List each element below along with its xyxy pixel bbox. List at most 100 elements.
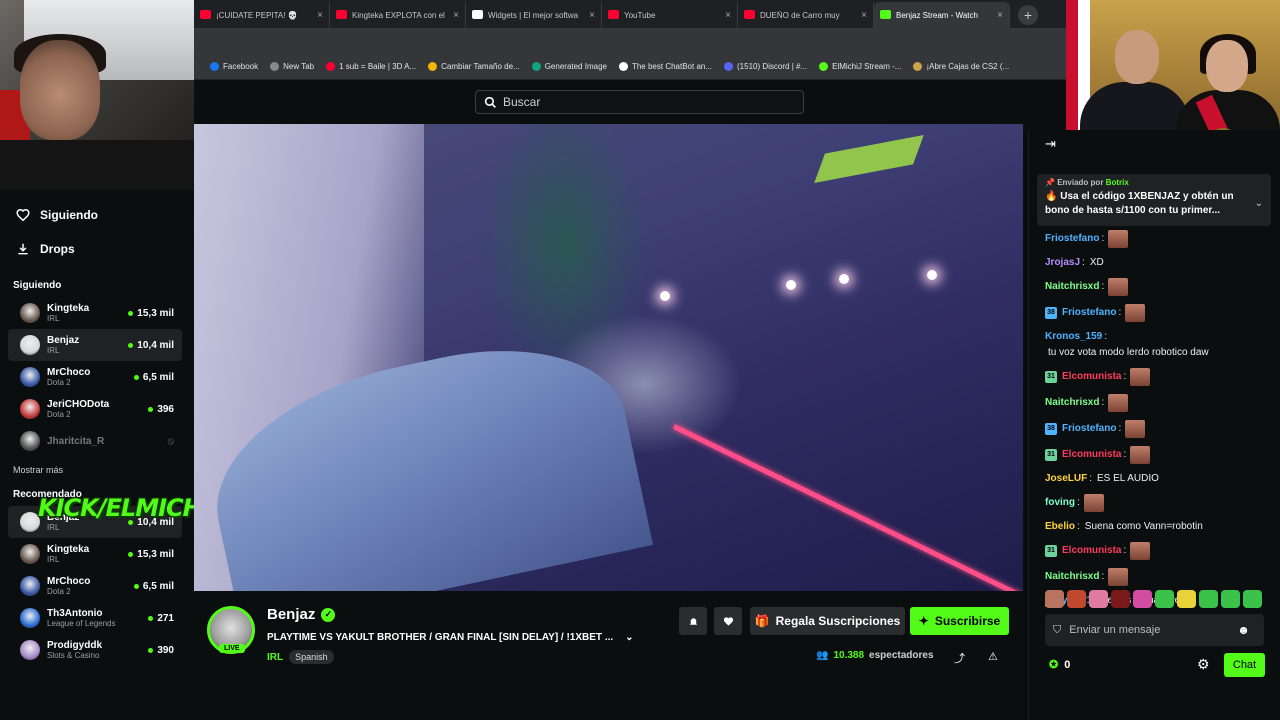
chevron-down-icon[interactable]: ⌄ [625,632,633,643]
browser-tab[interactable]: YouTube × [602,2,738,28]
notification-bell-button[interactable] [679,607,707,635]
chat-username[interactable]: Kronos_159 [1045,330,1102,344]
sidebar-channel-item[interactable]: Kingteka IRL 15,3 mil [8,297,182,329]
left-sidebar: Siguiendo Drops Siguiendo Kingteka IRL 15,… [0,190,194,720]
gift-subs-button[interactable]: 🎁 Regala Suscripciones [750,607,905,635]
search-input[interactable] [503,95,793,109]
emote-shortcut[interactable] [1111,590,1130,608]
pinned-message[interactable]: 📌 Enviado por Botrix 🔥 Usa el código 1XB… [1037,174,1271,226]
sidebar-channel-item[interactable]: MrChoco Dota 2 6,5 mil [8,361,182,393]
bookmark-item[interactable]: Cambiar Tamaño de... [428,62,520,71]
chat-username[interactable]: Naitchrisxd [1045,280,1099,294]
live-dot-icon [133,374,139,380]
emote-shortcut[interactable] [1155,590,1174,608]
emote-shortcut[interactable] [1177,590,1196,608]
sidebar-channel-item[interactable]: Prodigyddk Slots & Casino 390 [8,634,182,666]
show-more-link[interactable]: Mostrar más [0,457,194,479]
close-icon[interactable]: × [861,10,867,21]
sidebar-channel-item[interactable]: Benjaz IRL 10,4 mil [8,329,182,361]
chat-separator: : [1101,397,1105,408]
emote-shortcut[interactable] [1067,590,1086,608]
browser-tab[interactable]: ¡CUIDATE PEPITA! 💀 × [194,2,330,28]
bookmark-item[interactable]: 1 sub = Baile | 3D A... [326,62,416,71]
channel-category: Dota 2 [47,410,71,419]
sidebar-channel-item[interactable]: Jharitcita_R ⦸ [8,425,182,457]
chat-input-box[interactable]: ⛉ ☻ [1045,614,1264,646]
bookmark-item[interactable]: Generated Image [531,62,607,71]
stream-category[interactable]: IRL [267,652,283,663]
chat-message: Naitchrisxd: [1029,274,1280,300]
channel-category: Dota 2 [47,587,71,596]
channel-meta: Th3Antonio League of Legends [47,608,148,628]
bookmark-item[interactable]: The best ChatBot an... [618,62,712,71]
share-icon[interactable]: ⤴ [954,650,965,666]
search-bar[interactable] [475,90,804,114]
bookmark-item[interactable]: ¡Abre Cajas de CS2 (... [913,62,1009,71]
browser-tab[interactable]: Widgets | El mejor softwa × [466,2,602,28]
video-stage-logo [814,134,924,184]
emote-shortcut[interactable] [1199,590,1218,608]
follow-heart-button[interactable] [714,607,742,635]
bookmark-label: Facebook [223,62,259,71]
subscriber-badge: 31 [1045,449,1057,461]
chevron-down-icon[interactable]: ⌄ [1255,198,1263,209]
bookmark-item[interactable]: (1510) Discord | #... [724,62,807,71]
chat-username[interactable]: Friostefano [1062,306,1116,320]
viewer-count-value: 15,3 mil [137,307,174,319]
emote-shortcut[interactable] [1243,590,1262,608]
chat-username[interactable]: JrojasJ [1045,256,1080,270]
subscribe-button[interactable]: ✦ Suscribirse [910,607,1009,635]
chat-separator: : [1077,521,1080,532]
sidebar-channel-item[interactable]: MrChoco Dota 2 6,5 mil [8,570,182,602]
language-tag[interactable]: Spanish [289,650,334,664]
chat-username[interactable]: Friostefano [1045,232,1099,246]
chat-username[interactable]: Naitchrisxd [1045,396,1099,410]
browser-tab[interactable]: DUEÑO de Carro muy × [738,2,874,28]
chat-username[interactable]: Elcomunista [1062,544,1121,558]
bookmark-item[interactable]: ElMichiJ Stream -... [819,62,901,71]
report-icon[interactable]: ⚠ [988,650,998,663]
emote-shortcut[interactable] [1045,590,1064,608]
gear-icon[interactable]: ⚙ [1197,656,1210,673]
video-stage-light [660,291,670,301]
close-icon[interactable]: × [589,10,595,21]
new-tab-button[interactable]: + [1018,5,1038,25]
browser-tab[interactable]: Kingteka EXPLOTA con el × [330,2,466,28]
collapse-chat-icon[interactable]: ⇥ [1045,136,1056,152]
nav-following[interactable]: Siguiendo [0,198,194,232]
bookmark-item[interactable]: New Tab [270,62,314,71]
chat-username[interactable]: foving [1045,496,1075,510]
chat-username[interactable]: Elcomunista [1062,448,1121,462]
bookmark-item[interactable]: Facebook [210,62,258,71]
emote-shortcut[interactable] [1133,590,1152,608]
emoji-icon[interactable]: ☻ [1237,623,1250,637]
viewers-icon: 👥 [816,650,829,661]
sidebar-channel-item[interactable]: Th3Antonio League of Legends 271 [8,602,182,634]
live-dot-icon [133,583,139,589]
sidebar-channel-item[interactable]: Kingteka IRL 15,3 mil [8,538,182,570]
nav-drops[interactable]: Drops [0,232,194,266]
chat-input[interactable] [1069,624,1230,636]
chat-username[interactable]: Naitchrisxd [1045,570,1099,584]
emote-shortcut[interactable] [1089,590,1108,608]
close-icon[interactable]: × [453,10,459,21]
emote-shortcut[interactable] [1221,590,1240,608]
browser-tab[interactable]: Benjaz Stream - Watch × [874,2,1010,28]
tab-title: Widgets | El mejor softwa [488,10,579,20]
video-player[interactable] [194,124,1023,591]
close-icon[interactable]: × [317,10,323,21]
close-icon[interactable]: × [725,10,731,21]
chat-username[interactable]: Elcomunista [1062,370,1121,384]
chat-send-button[interactable]: Chat [1224,653,1265,677]
viewer-count: 👥 10.388 espectadores [816,650,934,661]
chat-username[interactable]: JoseLUF [1045,472,1087,486]
close-icon[interactable]: × [997,10,1003,21]
sidebar-channel-item[interactable]: JeriCHODota Dota 2 396 [8,393,182,425]
chat-separator: : [1082,257,1085,268]
chat-panel: ⇥ 📌 Enviado por Botrix 🔥 Usa el código 1… [1028,130,1280,720]
webcam-shirt [0,140,194,190]
chat-username[interactable]: Friostefano [1062,422,1116,436]
streamer-name[interactable]: Benjaz [267,606,315,623]
chat-username[interactable]: Ebelio [1045,520,1075,534]
channel-points[interactable]: ✪ 0 [1049,658,1070,672]
